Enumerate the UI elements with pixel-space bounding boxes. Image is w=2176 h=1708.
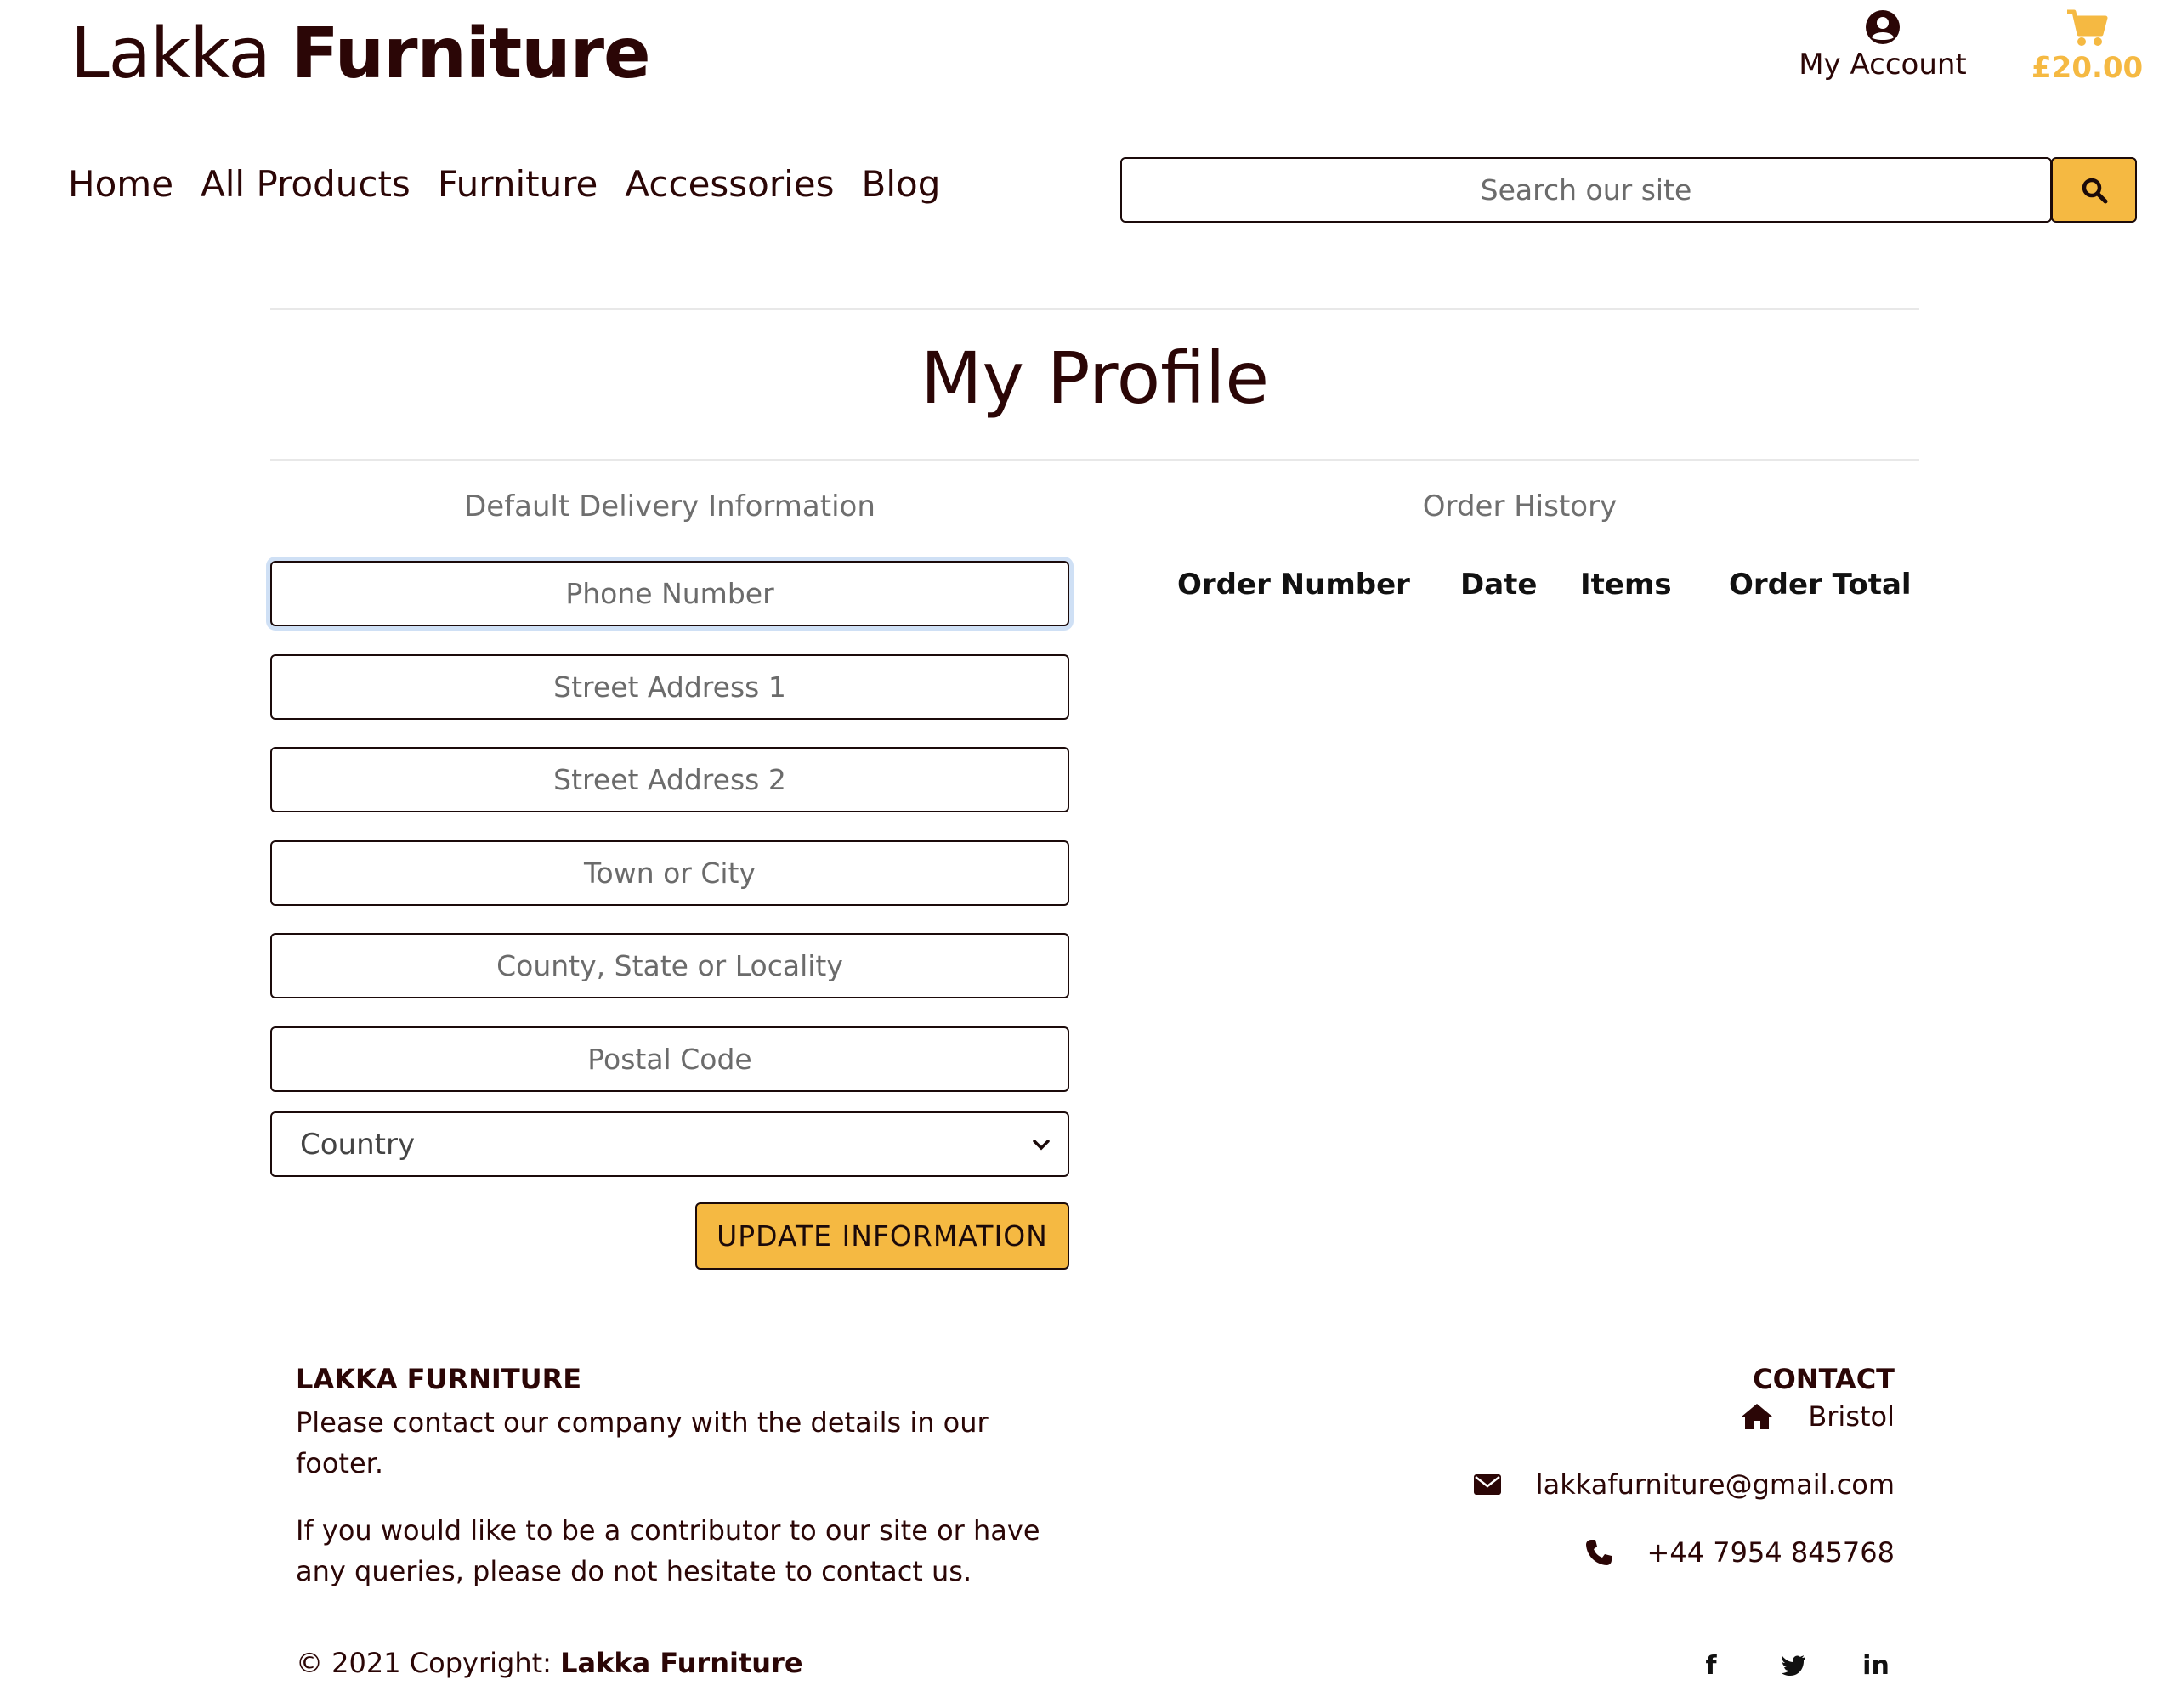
contact-city: Bristol [1740, 1400, 1895, 1433]
linkedin-link[interactable]: in [1859, 1649, 1893, 1683]
nav-item-blog[interactable]: Blog [862, 163, 941, 205]
title-divider-top [270, 308, 1919, 310]
contact-phone-text[interactable]: +44 7954 845768 [1647, 1536, 1895, 1569]
linkedin-icon: in [1862, 1650, 1890, 1681]
column-header-date: Date [1460, 568, 1538, 602]
my-account-label: My Account [1799, 48, 1967, 82]
title-divider-bottom [270, 459, 1919, 461]
nav-item-furniture[interactable]: Furniture [438, 163, 598, 205]
twitter-link[interactable] [1776, 1649, 1810, 1683]
page-title: My Profile [920, 337, 1270, 420]
column-header-order-number: Order Number [1177, 568, 1410, 602]
copyright-name: Lakka Furniture [560, 1647, 803, 1679]
contact-city-text: Bristol [1808, 1400, 1895, 1433]
twitter-icon [1782, 1655, 1805, 1676]
facebook-link[interactable]: f [1694, 1649, 1728, 1683]
delivery-section-title: Default Delivery Information [464, 489, 876, 523]
column-header-items: Items [1580, 568, 1672, 602]
contact-email-text[interactable]: lakkafurniture@gmail.com [1536, 1468, 1895, 1501]
update-information-button[interactable]: UPDATE INFORMATION [695, 1202, 1069, 1270]
postal-code-field[interactable] [270, 1026, 1069, 1092]
shopping-cart-icon [2067, 9, 2108, 46]
cart-total: £20.00 [2032, 51, 2144, 85]
search-input[interactable] [1120, 157, 2052, 223]
logo-light-text: Lakka [71, 14, 271, 94]
contact-email[interactable]: lakkafurniture@gmail.com [1473, 1468, 1895, 1501]
copyright: © 2021 Copyright: Lakka Furniture [296, 1647, 803, 1679]
order-history-title: Order History [1422, 489, 1618, 523]
my-account-link[interactable]: My Account [1798, 8, 1968, 82]
footer-brand-heading: LAKKA FURNITURE [296, 1363, 582, 1395]
nav-item-all-products[interactable]: All Products [201, 163, 411, 205]
cart-link[interactable]: £20.00 [2032, 8, 2144, 85]
contact-phone[interactable]: +44 7954 845768 [1584, 1536, 1895, 1569]
country-select-value: Country [300, 1127, 416, 1162]
footer-contributor-text: If you would like to be a contributor to… [296, 1514, 1040, 1587]
search-icon [2082, 178, 2107, 203]
county-field[interactable] [270, 933, 1069, 998]
site-logo[interactable]: Lakka Furniture [71, 12, 651, 97]
street-address-1-field[interactable] [270, 654, 1069, 720]
copyright-prefix: © 2021 Copyright: [296, 1647, 552, 1679]
envelope-icon [1473, 1474, 1501, 1495]
user-circle-icon [1866, 10, 1900, 44]
nav-item-home[interactable]: Home [68, 163, 173, 205]
contact-heading: CONTACT [1753, 1363, 1895, 1395]
phone-icon [1585, 1540, 1612, 1565]
phone-number-field[interactable] [270, 561, 1069, 626]
facebook-icon: f [1705, 1650, 1717, 1681]
home-icon [1742, 1404, 1773, 1429]
street-address-2-field[interactable] [270, 747, 1069, 812]
country-select[interactable]: Country [270, 1111, 1069, 1177]
footer-about-text: Please contact our company with the deta… [296, 1406, 989, 1479]
search-button[interactable] [2051, 157, 2137, 223]
main-nav: Home All Products Furniture Accessories … [68, 163, 940, 205]
column-header-order-total: Order Total [1729, 568, 1912, 602]
chevron-down-icon [1033, 1139, 1050, 1150]
town-or-city-field[interactable] [270, 840, 1069, 906]
logo-bold-text: Furniture [291, 14, 651, 94]
nav-item-accessories[interactable]: Accessories [625, 163, 834, 205]
